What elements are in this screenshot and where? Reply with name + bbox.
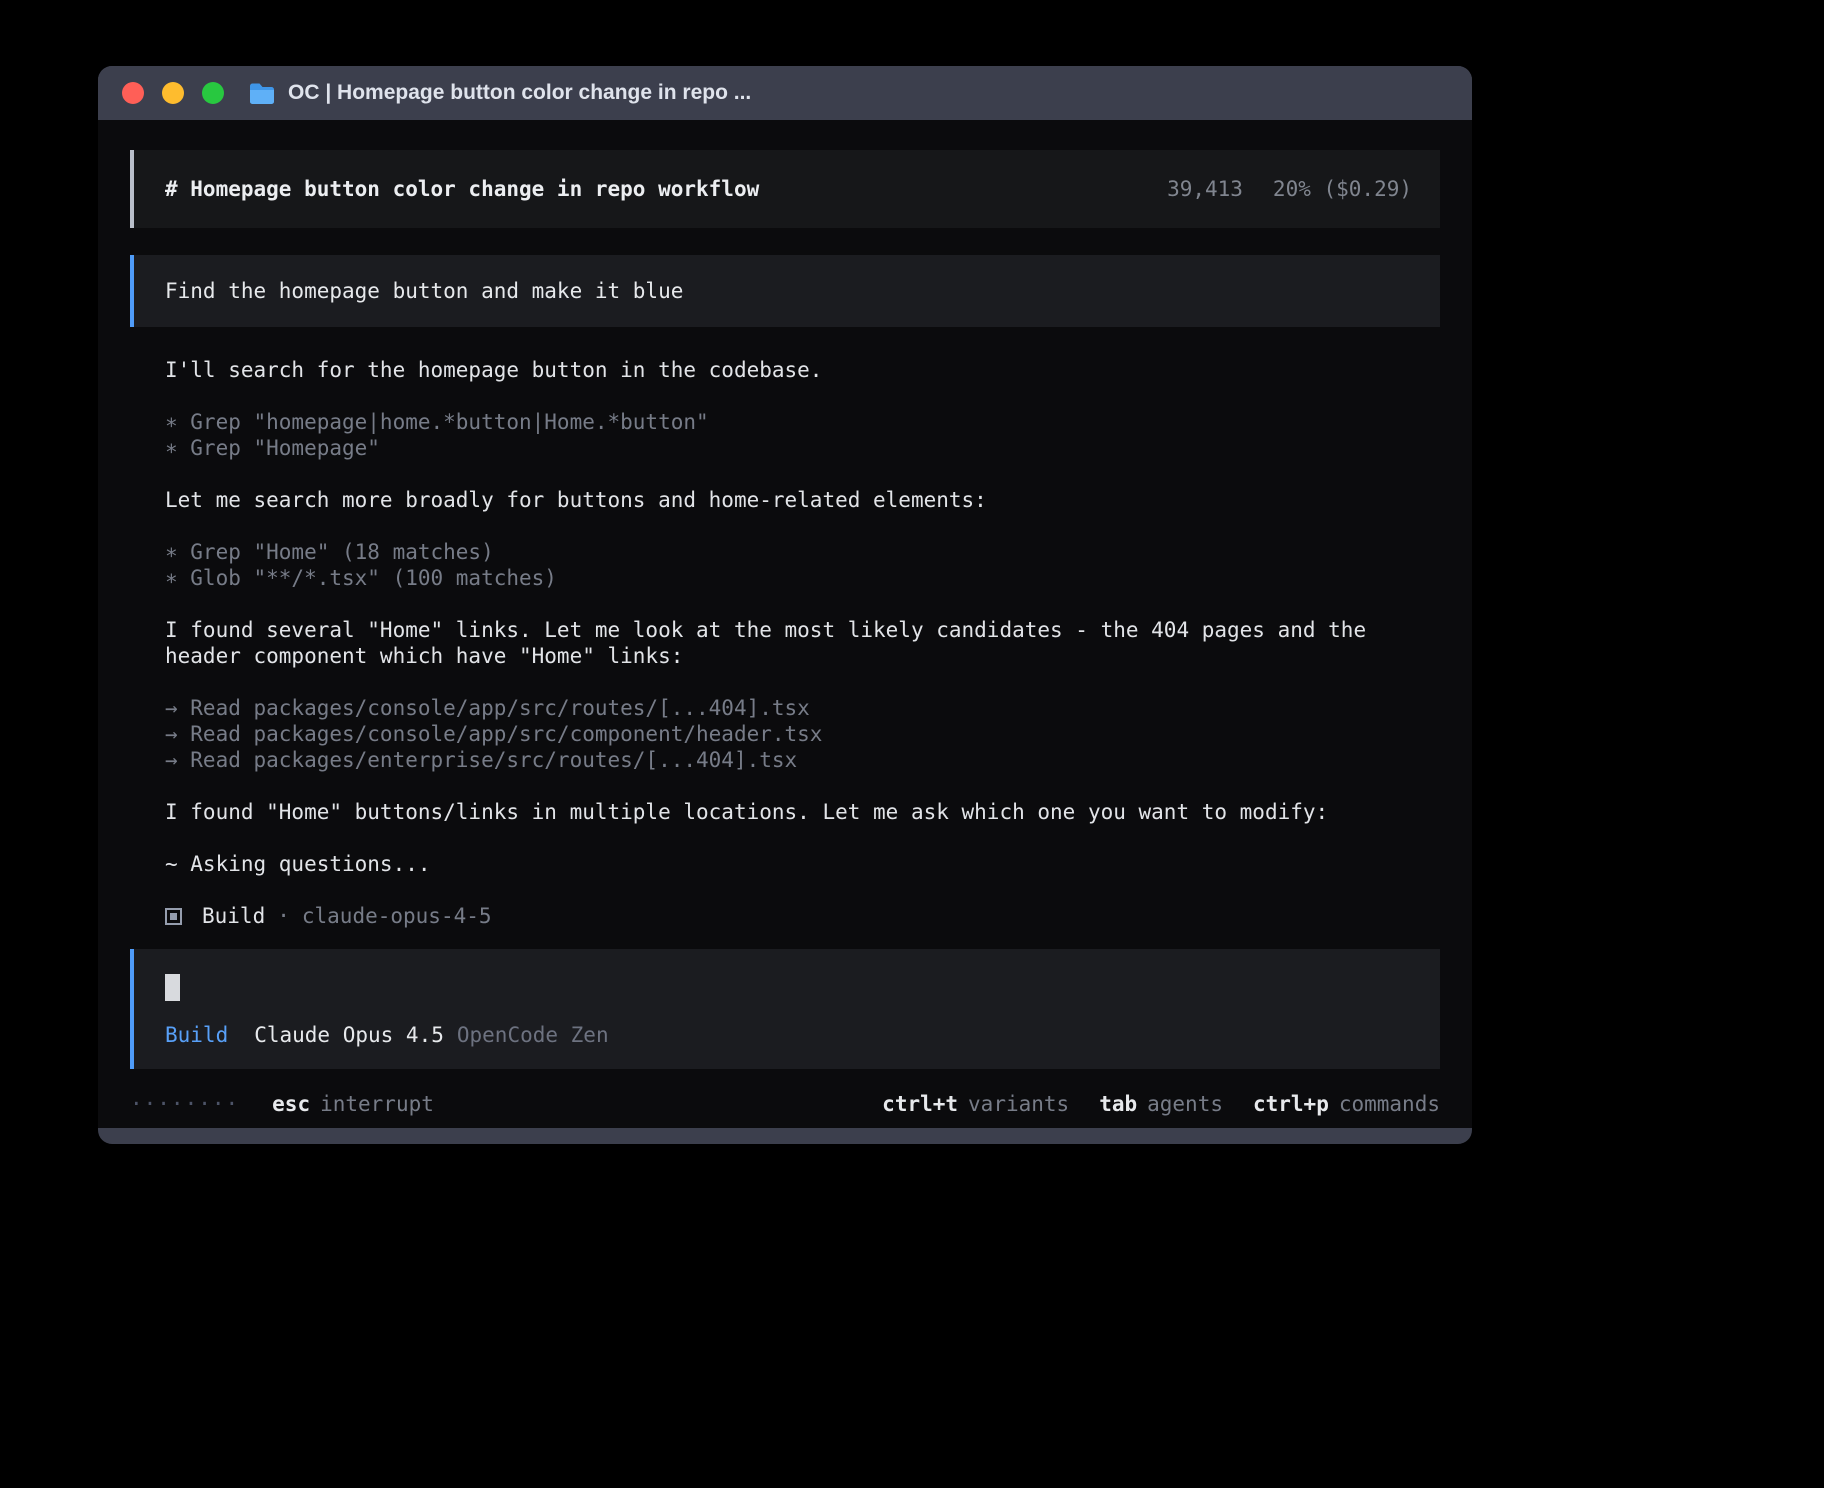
tool-call-group: ∗ Grep "homepage|home.*button|Home.*butt…: [165, 409, 1440, 461]
assistant-text: Let me search more broadly for buttons a…: [165, 487, 1440, 513]
minimize-button[interactable]: [162, 82, 184, 104]
token-count: 39,413: [1167, 176, 1243, 202]
hint-commands: ctrl+p commands: [1253, 1091, 1440, 1117]
zoom-button[interactable]: [202, 82, 224, 104]
tab-key-label: tab: [1099, 1091, 1137, 1117]
session-title: # Homepage button color change in repo w…: [165, 176, 759, 202]
terminal-window: OC | Homepage button color change in rep…: [98, 66, 1472, 1144]
tool-call-glob: ∗ Glob "**/*.tsx" (100 matches): [165, 565, 1440, 591]
user-message: Find the homepage button and make it blu…: [130, 255, 1440, 327]
ctrl-t-key-label: ctrl+t: [882, 1091, 958, 1117]
esc-key-label: esc: [272, 1091, 310, 1117]
session-header: # Homepage button color change in repo w…: [130, 150, 1440, 228]
window-title: OC | Homepage button color change in rep…: [288, 81, 751, 105]
traffic-lights: [122, 82, 224, 104]
titlebar-proxy: OC | Homepage button color change in rep…: [248, 81, 751, 105]
assistant-text: I'll search for the homepage button in t…: [165, 357, 1440, 383]
separator-dot: ·: [277, 903, 290, 929]
close-button[interactable]: [122, 82, 144, 104]
agent-name: Build: [202, 903, 265, 929]
commands-label: commands: [1339, 1091, 1440, 1117]
conversation-transcript: I'll search for the homepage button in t…: [165, 357, 1440, 929]
tool-call-read: → Read packages/console/app/src/routes/[…: [165, 695, 1440, 721]
input-meta-row: Build Claude Opus 4.5 OpenCode Zen: [165, 1022, 1409, 1048]
status-left: ········ esc interrupt: [130, 1091, 434, 1117]
status-asking-questions: ~ Asking questions...: [165, 851, 1440, 877]
tool-call-group: ∗ Grep "Home" (18 matches) ∗ Glob "**/*.…: [165, 539, 1440, 591]
context-usage: 20% ($0.29): [1273, 176, 1412, 202]
esc-action-label: interrupt: [320, 1091, 434, 1117]
tool-call-read: → Read packages/enterprise/src/routes/[.…: [165, 747, 1440, 773]
agents-label: agents: [1147, 1091, 1223, 1117]
assistant-text: I found "Home" buttons/links in multiple…: [165, 799, 1440, 825]
hint-interrupt: esc interrupt: [272, 1091, 434, 1117]
spinner-dots-icon: ········: [130, 1091, 239, 1117]
tool-call-group: → Read packages/console/app/src/routes/[…: [165, 695, 1440, 773]
assistant-text: I found several "Home" links. Let me loo…: [165, 617, 1440, 669]
status-right: ctrl+t variants tab agents ctrl+p comman…: [882, 1091, 1440, 1117]
agent-info-line: Build · claude-opus-4-5: [165, 903, 1440, 929]
hint-agents: tab agents: [1099, 1091, 1223, 1117]
text-cursor: [165, 974, 180, 1001]
ctrl-p-key-label: ctrl+p: [1253, 1091, 1329, 1117]
tool-call-grep: ∗ Grep "homepage|home.*button|Home.*butt…: [165, 409, 1440, 435]
agent-status-icon: [165, 908, 182, 925]
status-bar: ········ esc interrupt ctrl+t variants t…: [130, 1091, 1440, 1117]
hint-variants: ctrl+t variants: [882, 1091, 1069, 1117]
provider-indicator: OpenCode Zen: [457, 1022, 609, 1048]
model-indicator[interactable]: Claude Opus 4.5: [254, 1022, 444, 1048]
tool-call-grep: ∗ Grep "Homepage": [165, 435, 1440, 461]
tool-call-read: → Read packages/console/app/src/componen…: [165, 721, 1440, 747]
prompt-input[interactable]: Build Claude Opus 4.5 OpenCode Zen: [130, 949, 1440, 1069]
terminal-content: # Homepage button color change in repo w…: [98, 120, 1472, 1128]
user-message-text: Find the homepage button and make it blu…: [165, 278, 683, 304]
mode-indicator[interactable]: Build: [165, 1022, 228, 1048]
session-stats: 39,413 20% ($0.29): [1167, 176, 1412, 202]
folder-icon: [248, 82, 276, 105]
agent-model: claude-opus-4-5: [302, 903, 492, 929]
variants-label: variants: [968, 1091, 1069, 1117]
window-titlebar[interactable]: OC | Homepage button color change in rep…: [98, 66, 1472, 120]
tool-call-grep: ∗ Grep "Home" (18 matches): [165, 539, 1440, 565]
